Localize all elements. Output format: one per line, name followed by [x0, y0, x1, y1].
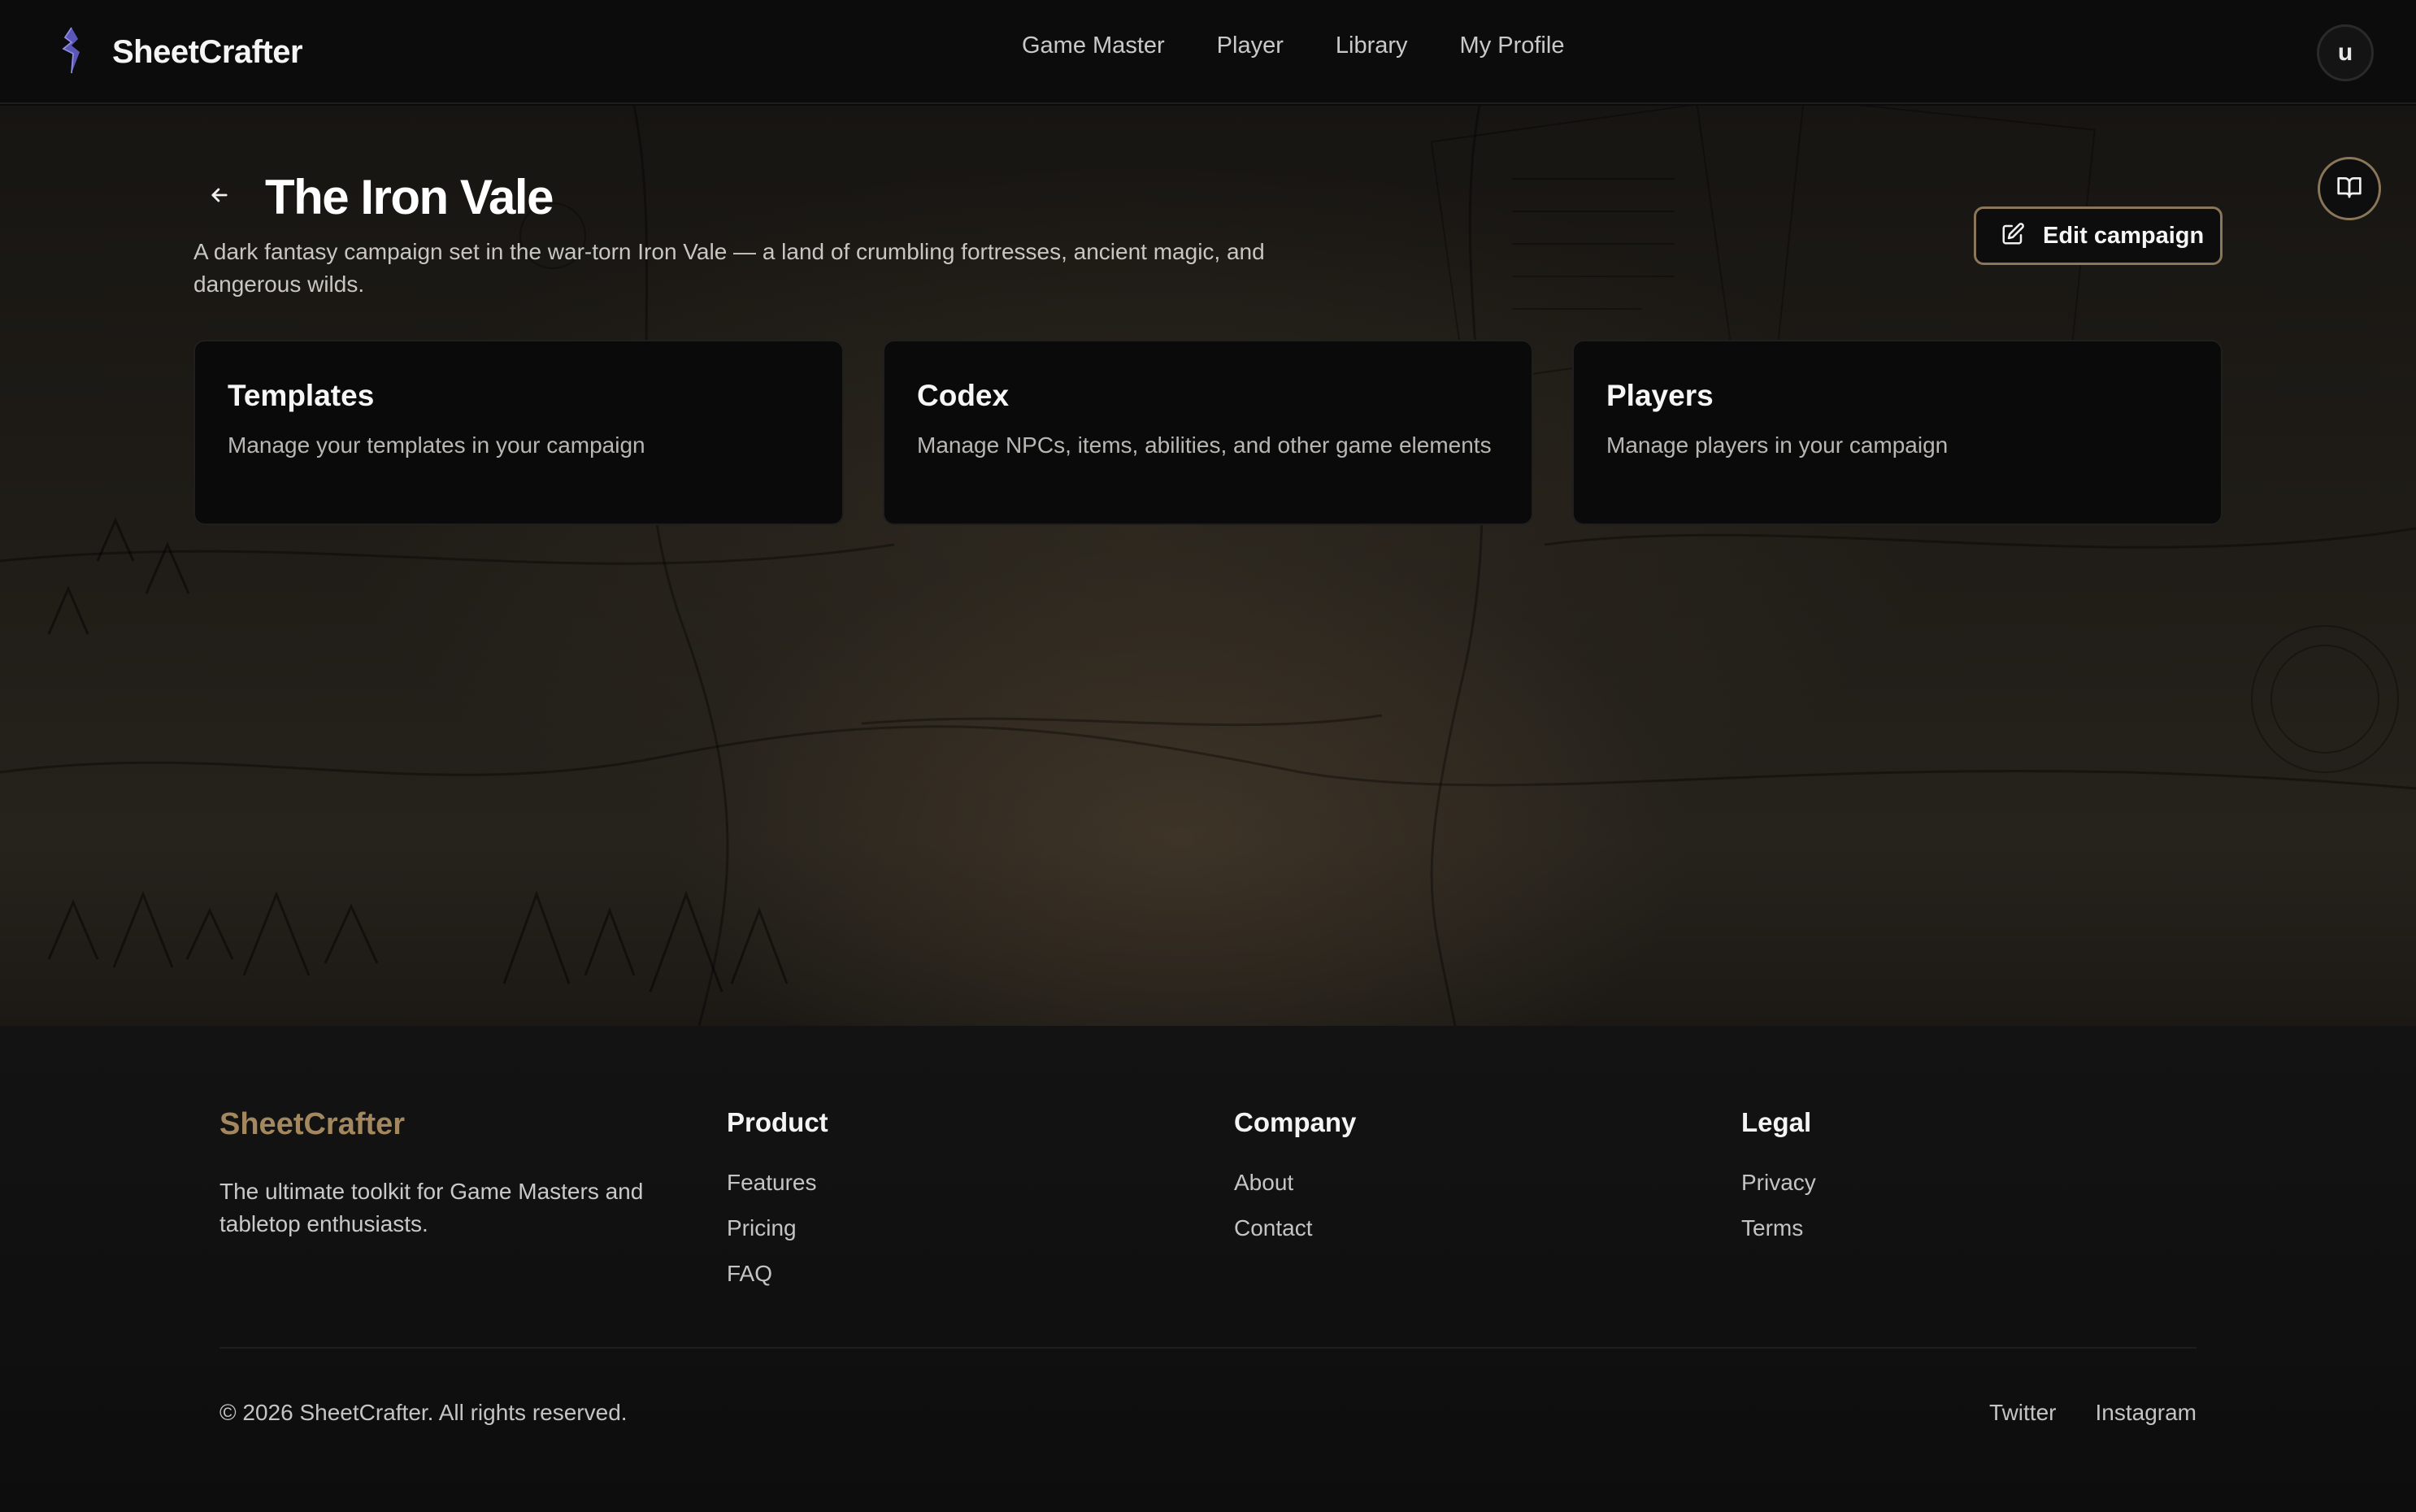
card-description: Manage NPCs, items, abilities, and other… [917, 432, 1492, 458]
footer-copyright: © 2026 SheetCrafter. All rights reserved… [219, 1400, 628, 1425]
footer-link-pricing[interactable]: Pricing [727, 1214, 828, 1242]
avatar[interactable]: u [2317, 24, 2374, 81]
campaign-description: A dark fantasy campaign set in the war-t… [193, 239, 1265, 297]
footer-link-features[interactable]: Features [727, 1169, 828, 1197]
card-description: Manage players in your campaign [1606, 432, 1949, 458]
footer-link-twitter[interactable]: Twitter [1989, 1400, 2056, 1426]
footer-heading: Product [727, 1107, 828, 1137]
footer-link-about[interactable]: About [1234, 1169, 1356, 1197]
footer-tagline: The ultimate toolkit for Game Masters an… [219, 1179, 644, 1236]
brand-logo-icon [52, 26, 91, 79]
book-open-icon [2336, 174, 2362, 204]
footer-column-legal: Legal Privacy Terms [1741, 1107, 1816, 1260]
nav-library[interactable]: Library [1336, 33, 1408, 59]
rules-book-button[interactable] [2318, 157, 2381, 220]
footer-heading: Legal [1741, 1107, 1812, 1137]
card-title: Players [1606, 379, 1714, 412]
brand[interactable]: SheetCrafter [52, 24, 303, 80]
footer-heading: Company [1234, 1107, 1357, 1137]
page-title: The Iron Vale [265, 170, 554, 224]
footer-column-product: Product Features Pricing FAQ [727, 1107, 828, 1306]
main-nav: Game Master Player Library My Profile [1022, 33, 1564, 59]
card-players[interactable]: Players Manage players in your campaign [1572, 340, 2223, 525]
footer-link-faq[interactable]: FAQ [727, 1260, 828, 1288]
nav-game-master[interactable]: Game Master [1022, 33, 1165, 59]
back-button[interactable] [203, 180, 236, 213]
footer-link-instagram[interactable]: Instagram [2096, 1400, 2197, 1426]
card-templates[interactable]: Templates Manage your templates in your … [193, 340, 844, 525]
footer-link-privacy[interactable]: Privacy [1741, 1169, 1816, 1197]
top-navbar: SheetCrafter Game Master Player Library … [0, 0, 2416, 104]
footer-social: Twitter Instagram [1989, 1400, 2197, 1426]
card-description: Manage your templates in your campaign [228, 432, 645, 458]
nav-my-profile[interactable]: My Profile [1460, 33, 1565, 59]
card-codex[interactable]: Codex Manage NPCs, items, abilities, and… [883, 340, 1533, 525]
edit-icon [2001, 222, 2025, 250]
nav-player[interactable]: Player [1217, 33, 1284, 59]
footer-link-contact[interactable]: Contact [1234, 1214, 1356, 1242]
footer-divider [219, 1347, 2197, 1349]
footer: SheetCrafter The ultimate toolkit for Ga… [0, 1026, 2416, 1512]
brand-name: SheetCrafter [112, 33, 303, 70]
edit-campaign-label: Edit campaign [2043, 222, 2205, 249]
footer-link-terms[interactable]: Terms [1741, 1214, 1816, 1242]
footer-brand[interactable]: SheetCrafter [219, 1107, 405, 1142]
page: SheetCrafter Game Master Player Library … [0, 0, 2416, 1512]
arrow-left-icon [208, 184, 231, 211]
card-title: Codex [917, 379, 1010, 412]
card-title: Templates [228, 379, 375, 412]
footer-column-company: Company About Contact [1234, 1107, 1356, 1260]
edit-campaign-button[interactable]: Edit campaign [1974, 206, 2223, 265]
